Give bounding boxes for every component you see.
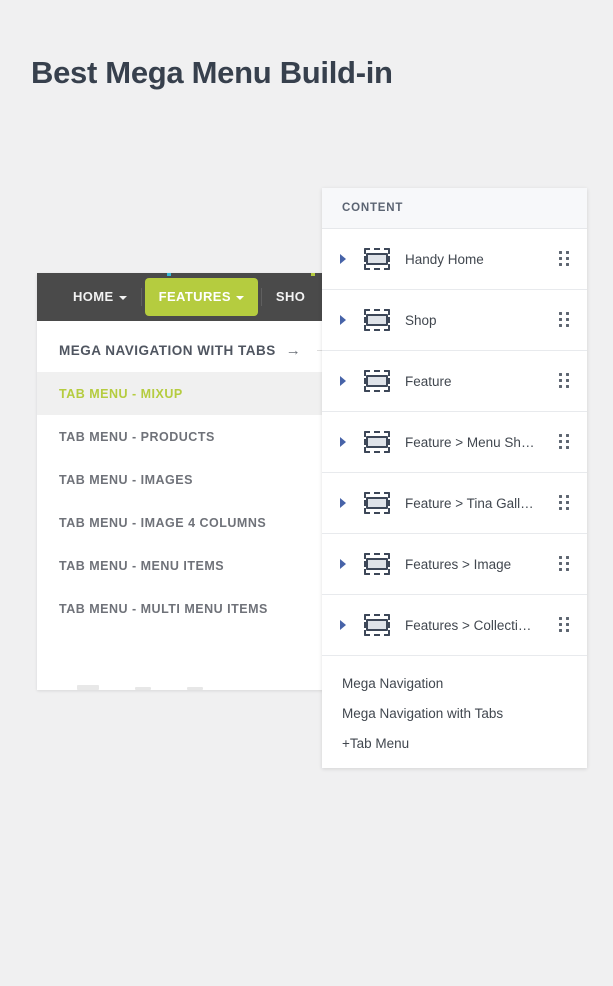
footer-item-add-tab-menu[interactable]: +Tab Menu: [322, 728, 587, 758]
mega-menu-heading-label: MEGA NAVIGATION WITH TABS: [59, 343, 276, 358]
drag-handle-icon[interactable]: [559, 251, 571, 268]
footer-item-mega-navigation-with-tabs[interactable]: Mega Navigation with Tabs: [322, 698, 587, 728]
expand-arrow-icon[interactable]: [336, 376, 350, 386]
chevron-down-icon: [119, 296, 127, 300]
content-header-label: CONTENT: [342, 202, 403, 214]
nav-item-features[interactable]: FEATURES: [145, 278, 258, 316]
table-row[interactable]: Features > Image: [322, 534, 587, 595]
content-row-list: Handy Home Shop Feature Feature > Menu S…: [322, 229, 587, 656]
drag-handle-icon[interactable]: [559, 312, 571, 329]
section-block-icon: [364, 370, 390, 392]
nav-item-home[interactable]: HOME: [59, 273, 141, 321]
section-block-icon: [364, 614, 390, 636]
section-block-icon: [364, 431, 390, 453]
expand-arrow-icon[interactable]: [336, 315, 350, 325]
clipped-block: [77, 685, 99, 690]
content-panel-footer: Mega Navigation Mega Navigation with Tab…: [322, 656, 587, 768]
nav-item-features-label: FEATURES: [159, 289, 231, 304]
table-row[interactable]: Feature: [322, 351, 587, 412]
arrow-right-icon: →: [286, 343, 301, 358]
expand-arrow-icon[interactable]: [336, 620, 350, 630]
page-title: Best Mega Menu Build-in: [31, 55, 393, 91]
footer-item-mega-navigation[interactable]: Mega Navigation: [322, 668, 587, 698]
table-row[interactable]: Shop: [322, 290, 587, 351]
section-block-icon: [364, 492, 390, 514]
table-row[interactable]: Handy Home: [322, 229, 587, 290]
row-label: Feature: [405, 374, 559, 389]
content-panel-header: CONTENT: [322, 188, 587, 229]
expand-arrow-icon[interactable]: [336, 437, 350, 447]
section-block-icon: [364, 248, 390, 270]
table-row[interactable]: Features > Collecti…: [322, 595, 587, 656]
drag-handle-icon[interactable]: [559, 373, 571, 390]
row-label: Shop: [405, 313, 559, 328]
clipped-block: [135, 687, 151, 690]
drag-handle-icon[interactable]: [559, 617, 571, 634]
expand-arrow-icon[interactable]: [336, 254, 350, 264]
drag-handle-icon[interactable]: [559, 556, 571, 573]
nav-item-home-label: HOME: [73, 289, 114, 304]
row-label: Handy Home: [405, 252, 559, 267]
section-block-icon: [364, 553, 390, 575]
row-label: Features > Collecti…: [405, 618, 559, 633]
row-label: Feature > Tina Gall…: [405, 496, 559, 511]
drag-handle-icon[interactable]: [559, 434, 571, 451]
pip-cyan-marker: [167, 273, 171, 276]
row-label: Feature > Menu Sh…: [405, 435, 559, 450]
section-block-icon: [364, 309, 390, 331]
table-row[interactable]: Feature > Menu Sh…: [322, 412, 587, 473]
drag-handle-icon[interactable]: [559, 495, 571, 512]
nav-separator: [141, 288, 142, 306]
expand-arrow-icon[interactable]: [336, 498, 350, 508]
expand-arrow-icon[interactable]: [336, 559, 350, 569]
content-panel: CONTENT Handy Home Shop Feature Feature …: [322, 188, 587, 768]
clipped-block: [187, 687, 203, 690]
nav-item-shop-label: SHO: [276, 289, 305, 304]
table-row[interactable]: Feature > Tina Gall…: [322, 473, 587, 534]
row-label: Features > Image: [405, 557, 559, 572]
nav-item-shop[interactable]: SHO: [262, 273, 319, 321]
chevron-down-icon: [236, 296, 244, 300]
